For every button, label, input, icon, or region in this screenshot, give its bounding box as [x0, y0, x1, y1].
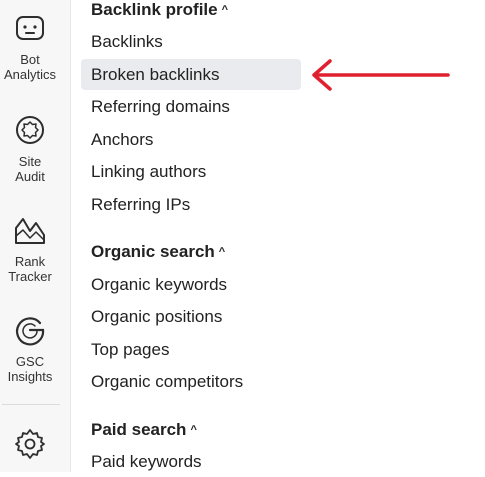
rail-divider	[2, 404, 60, 405]
section-title: Backlink profile	[91, 0, 218, 19]
menu-item-organic-keywords[interactable]: Organic keywords	[81, 269, 301, 300]
rail-item-gsc-insights[interactable]: GSC Insights	[0, 314, 60, 384]
gsc-icon	[16, 317, 45, 346]
section-title: Paid search	[91, 420, 187, 439]
section-title: Organic search	[91, 242, 215, 261]
rail-item-bot-analytics[interactable]: Bot Analytics	[0, 14, 60, 82]
menu-item-referring-ips[interactable]: Referring IPs	[81, 189, 301, 220]
rail-label-site-audit: Site Audit	[15, 154, 45, 184]
section-header-organic-search[interactable]: Organic search ^	[91, 242, 225, 262]
menu-item-linking-authors[interactable]: Linking authors	[81, 156, 301, 187]
rail-label-gsc-insights: GSC Insights	[7, 354, 53, 384]
rail-label-rank-tracker: Rank Tracker	[8, 254, 52, 284]
left-rail: Bot Analytics Site Audit Rank Tracker GSC In…	[0, 0, 71, 472]
annotation-arrow-icon	[312, 59, 450, 91]
bot-icon	[16, 16, 44, 40]
menu-item-organic-competitors[interactable]: Organic competitors	[81, 366, 301, 397]
menu-item-backlinks[interactable]: Backlinks	[81, 26, 301, 57]
rank-tracker-icon	[15, 218, 45, 244]
section-header-paid-search[interactable]: Paid search ^	[91, 420, 197, 440]
rail-item-rank-tracker[interactable]: Rank Tracker	[0, 214, 60, 284]
settings-icon	[15, 429, 45, 459]
rail-label-bot-analytics: Bot Analytics	[3, 52, 57, 82]
menu-item-anchors[interactable]: Anchors	[81, 124, 301, 155]
collapse-caret-icon: ^	[190, 424, 197, 436]
menu-item-paid-keywords[interactable]: Paid keywords	[81, 446, 301, 477]
menu-item-organic-positions[interactable]: Organic positions	[81, 301, 301, 332]
rail-item-settings[interactable]	[0, 428, 60, 460]
site-audit-icon	[16, 116, 44, 144]
menu-item-broken-backlinks[interactable]: Broken backlinks	[81, 59, 301, 90]
collapse-caret-icon: ^	[218, 246, 226, 258]
menu-item-referring-domains[interactable]: Referring domains	[81, 91, 301, 122]
section-header-backlink-profile[interactable]: Backlink profile ^	[91, 0, 228, 20]
menu-item-top-pages[interactable]: Top pages	[81, 334, 301, 365]
rail-item-site-audit[interactable]: Site Audit	[0, 114, 60, 184]
collapse-caret-icon: ^	[221, 4, 229, 16]
